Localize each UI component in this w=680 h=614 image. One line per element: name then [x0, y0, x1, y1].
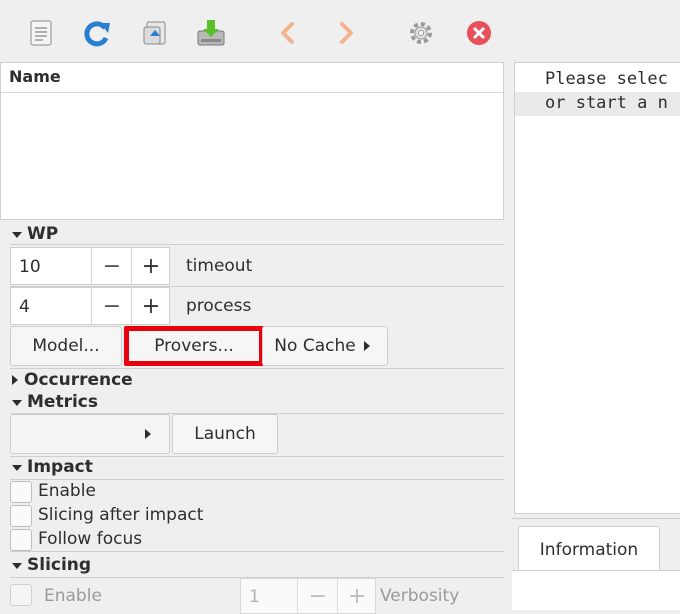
tab-information[interactable]: Information: [518, 526, 660, 572]
forward-icon[interactable]: [332, 18, 362, 48]
occurrence-section-title: Occurrence: [24, 370, 133, 390]
timeout-spinner[interactable]: 10 − +: [10, 247, 170, 285]
wp-section-title: WP: [27, 224, 59, 244]
verbosity-minus-button[interactable]: −: [297, 579, 338, 613]
cache-dropdown[interactable]: No Cache: [262, 326, 388, 366]
metrics-section-header[interactable]: Metrics: [12, 392, 98, 412]
follow-focus-label[interactable]: Follow focus: [38, 529, 142, 549]
divider: [10, 551, 504, 552]
name-column-header[interactable]: Name: [1, 63, 503, 93]
timeout-minus-button[interactable]: −: [91, 248, 132, 284]
console-line-1: Please selec: [545, 69, 668, 89]
process-spinner[interactable]: 4 − +: [10, 287, 170, 325]
impact-enable-checkbox[interactable]: [10, 481, 32, 503]
info-content: [512, 570, 680, 610]
slicing-after-impact-checkbox[interactable]: [10, 505, 32, 527]
tab-information-label: Information: [539, 539, 639, 560]
timeout-label: timeout: [186, 256, 253, 276]
expand-right-icon: [12, 375, 18, 385]
model-button[interactable]: Model...: [10, 326, 122, 366]
verbosity-spinner[interactable]: 1 − +: [240, 578, 376, 614]
expand-down-icon: [12, 464, 22, 471]
console-pane[interactable]: Please selec or start a n: [514, 62, 680, 514]
process-label: process: [186, 296, 252, 316]
divider: [10, 479, 504, 480]
verbosity-value[interactable]: 1: [249, 587, 260, 607]
cache-dropdown-label: No Cache: [274, 336, 356, 356]
slicing-after-impact-label[interactable]: Slicing after impact: [38, 505, 203, 525]
slicing-section-title: Slicing: [27, 555, 92, 575]
provers-button[interactable]: Provers...: [124, 326, 264, 366]
expand-down-icon: [12, 562, 22, 569]
reload-icon[interactable]: [82, 18, 112, 48]
impact-section-title: Impact: [27, 457, 93, 477]
slicing-section-header[interactable]: Slicing: [12, 555, 91, 575]
impact-section-header[interactable]: Impact: [12, 457, 93, 477]
dropdown-arrow-icon: [363, 341, 370, 351]
console-line-2: or start a n: [545, 93, 668, 113]
impact-enable-label[interactable]: Enable: [38, 481, 96, 501]
follow-focus-checkbox[interactable]: [10, 529, 32, 551]
timeout-value[interactable]: 10: [19, 257, 41, 277]
slicing-enable-label[interactable]: Enable: [44, 586, 102, 606]
metrics-select[interactable]: [10, 414, 170, 454]
verbosity-plus-button[interactable]: +: [337, 579, 376, 613]
expand-down-icon: [12, 231, 22, 238]
back-icon[interactable]: [272, 18, 302, 48]
stop-icon[interactable]: [464, 18, 494, 48]
divider: [10, 368, 504, 369]
names-list[interactable]: Name: [0, 62, 504, 220]
save-icon[interactable]: [196, 18, 226, 48]
process-value[interactable]: 4: [19, 297, 30, 317]
new-file-icon[interactable]: [26, 18, 56, 48]
divider: [10, 244, 504, 245]
dropdown-arrow-icon: [145, 429, 151, 439]
timeout-plus-button[interactable]: +: [131, 248, 170, 284]
verbosity-label: Verbosity: [380, 586, 460, 606]
expand-down-icon: [12, 399, 22, 406]
settings-icon[interactable]: [406, 18, 436, 48]
occurrence-section-header[interactable]: Occurrence: [12, 370, 133, 390]
process-plus-button[interactable]: +: [131, 288, 170, 324]
launch-button[interactable]: Launch: [172, 414, 278, 454]
wp-section-header[interactable]: WP: [12, 224, 58, 244]
open-icon[interactable]: [140, 18, 170, 48]
metrics-section-title: Metrics: [27, 392, 98, 412]
process-minus-button[interactable]: −: [91, 288, 132, 324]
